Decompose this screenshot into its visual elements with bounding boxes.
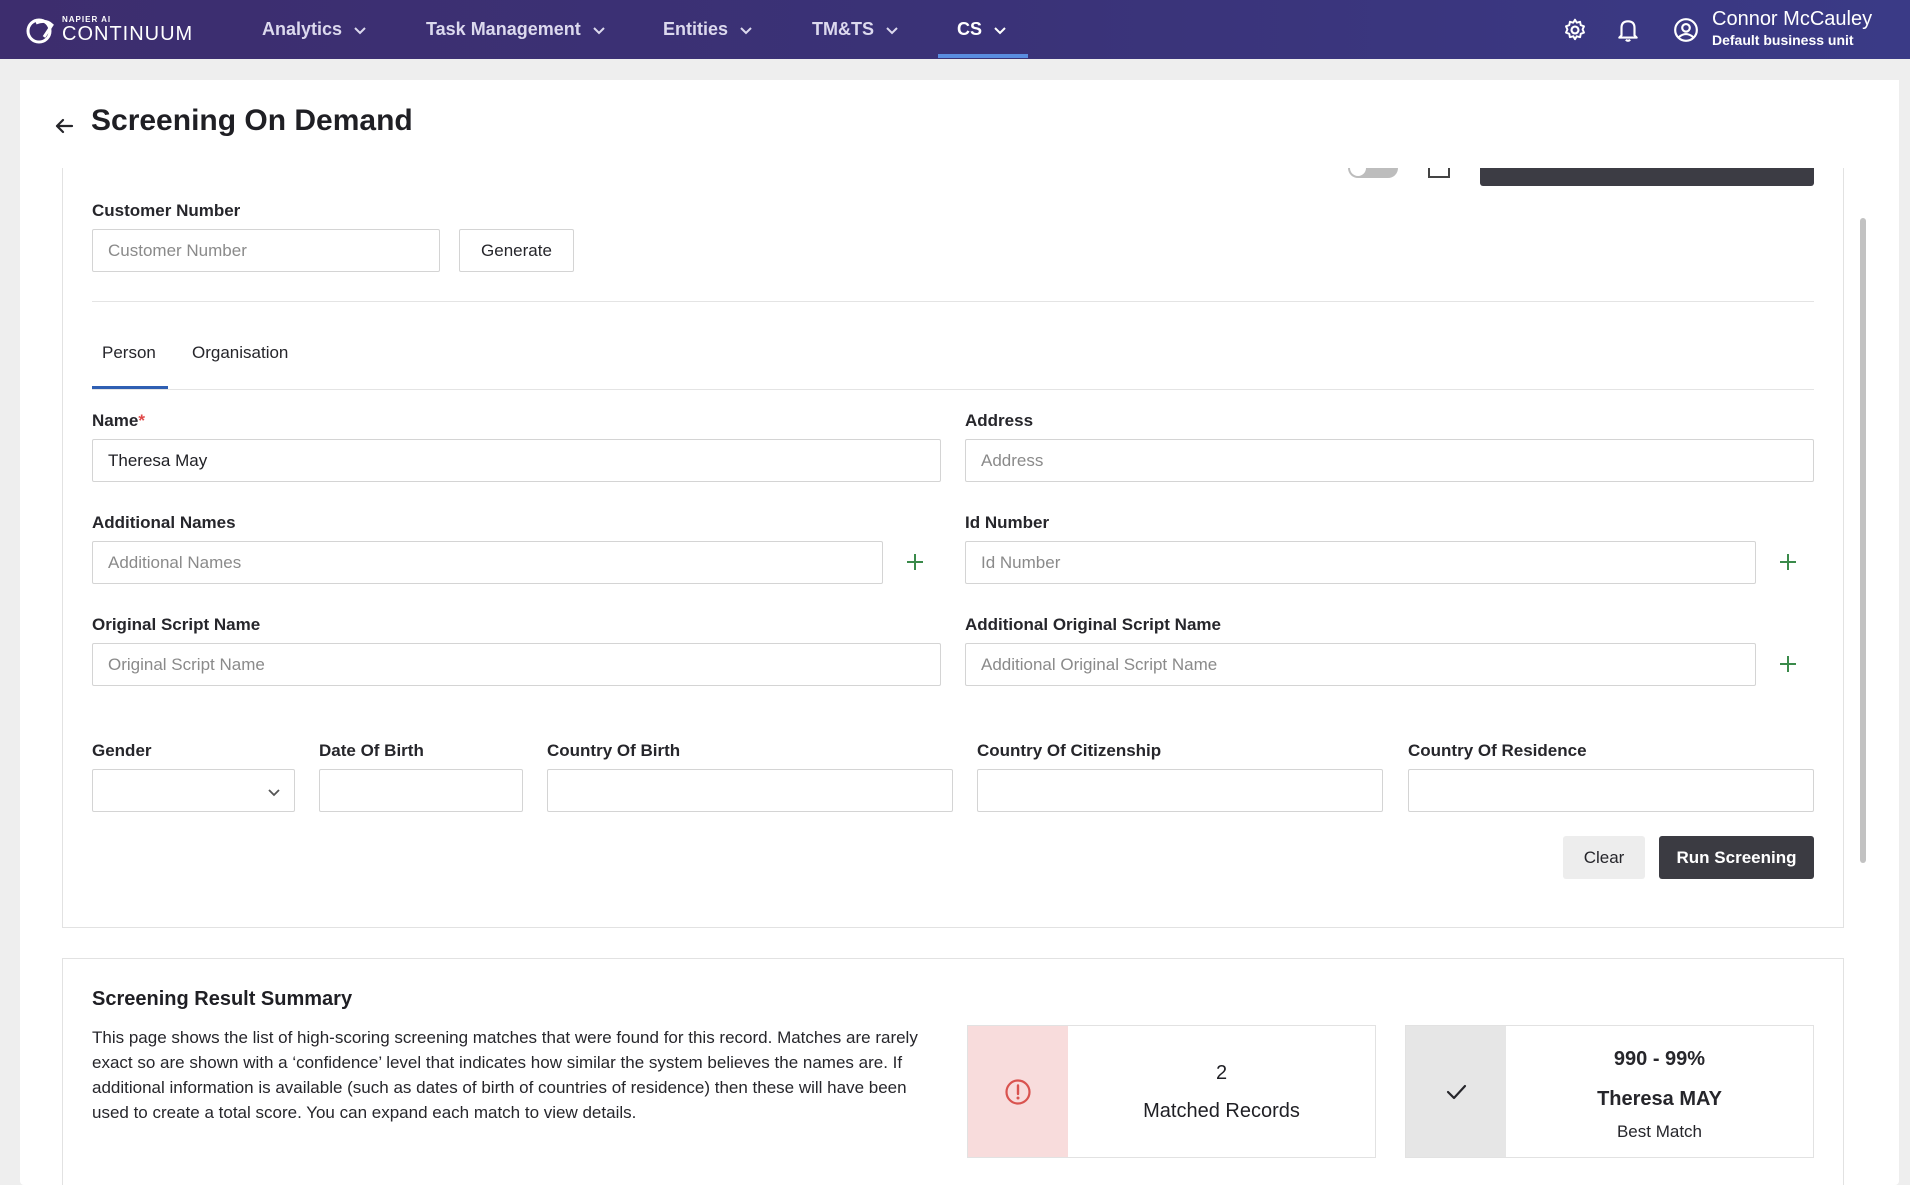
nav-entities-label: Entities <box>663 19 729 39</box>
required-mark: * <box>138 411 145 430</box>
add-additional-name-plus-icon[interactable] <box>904 551 926 573</box>
tab-active-indicator <box>92 386 168 389</box>
country-of-residence-input[interactable] <box>1408 769 1814 812</box>
page-title: Screening On Demand <box>91 104 413 137</box>
best-match-card[interactable]: 990 - 99% Theresa MAY Best Match <box>1405 1025 1814 1158</box>
nav-task-management[interactable]: Task Management <box>426 0 607 59</box>
country-of-citizenship-label: Country Of Citizenship <box>977 741 1162 760</box>
nav-analytics[interactable]: Analytics <box>262 0 368 59</box>
original-script-name-label: Original Script Name <box>92 615 261 634</box>
user-avatar-icon[interactable] <box>1673 17 1699 43</box>
name-input[interactable] <box>92 439 941 482</box>
address-label: Address <box>965 411 1034 430</box>
country-of-birth-label: Country Of Birth <box>547 741 681 760</box>
chevron-down-icon <box>268 789 280 797</box>
section-divider <box>92 301 1814 302</box>
business-unit: Default business unit <box>1712 32 1854 48</box>
tab-person[interactable]: Person <box>102 343 156 363</box>
matched-records-label: Matched Records <box>1143 1100 1300 1122</box>
original-script-name-input[interactable] <box>92 643 941 686</box>
best-match-icon-area <box>1406 1026 1506 1157</box>
clipped-button[interactable] <box>1480 168 1814 186</box>
scrollbar-thumb[interactable] <box>1860 218 1866 863</box>
summary-description: This page shows the list of high-scoring… <box>92 1028 918 1122</box>
nav-analytics-label: Analytics <box>262 19 343 39</box>
date-of-birth-label: Date Of Birth <box>319 741 424 760</box>
date-of-birth-input[interactable] <box>319 769 523 812</box>
best-match-score-range: 990 - 99% <box>1613 1048 1706 1070</box>
back-arrow-icon[interactable] <box>52 114 76 138</box>
country-of-birth-input[interactable] <box>547 769 953 812</box>
user-name[interactable]: Connor McCauley <box>1712 8 1872 31</box>
country-of-citizenship-input[interactable] <box>977 769 1383 812</box>
nav-active-indicator <box>938 54 1028 58</box>
best-match-name: Theresa MAY <box>1597 1088 1722 1110</box>
nav-task-management-label: Task Management <box>426 19 581 39</box>
additional-original-script-name-input[interactable] <box>965 643 1756 686</box>
nav-cs[interactable]: CS <box>957 0 1008 59</box>
gender-select[interactable] <box>92 769 295 812</box>
tabs-divider <box>92 389 1814 390</box>
logo-mark-icon <box>26 18 54 44</box>
alert-circle-icon <box>1005 1078 1031 1105</box>
nav-tmts[interactable]: TM&TS <box>812 0 900 59</box>
country-of-residence-label: Country Of Residence <box>1408 741 1587 760</box>
additional-names-input[interactable] <box>92 541 883 584</box>
run-screening-button[interactable]: Run Screening <box>1659 836 1814 879</box>
matched-records-count: 2 <box>1215 1062 1228 1084</box>
nav-entities[interactable]: Entities <box>663 0 754 59</box>
bell-icon[interactable] <box>1615 17 1641 43</box>
additional-names-label: Additional Names <box>92 513 236 532</box>
id-number-label: Id Number <box>965 513 1050 532</box>
gender-label: Gender <box>92 741 152 760</box>
logo-big-text: CONTINUUM <box>62 23 194 45</box>
nav-tmts-label: TM&TS <box>812 19 874 39</box>
address-input[interactable] <box>965 439 1814 482</box>
chevron-down-icon <box>593 26 605 34</box>
customer-number-input[interactable] <box>92 229 440 272</box>
chevron-down-icon <box>740 26 752 34</box>
clear-button[interactable]: Clear <box>1563 836 1645 879</box>
matched-records-icon-area <box>968 1026 1068 1157</box>
name-label-text: Name <box>92 411 139 430</box>
tab-organisation[interactable]: Organisation <box>192 343 288 363</box>
customer-number-label: Customer Number <box>92 201 241 220</box>
nav-cs-label: CS <box>957 19 983 39</box>
additional-original-script-name-label: Additional Original Script Name <box>965 615 1221 634</box>
chevron-down-icon <box>886 26 898 34</box>
add-id-number-plus-icon[interactable] <box>1777 551 1799 573</box>
chevron-down-icon <box>994 26 1006 34</box>
chevron-down-icon <box>354 26 366 34</box>
name-label: Name* <box>92 411 145 431</box>
gear-icon[interactable] <box>1562 17 1588 43</box>
matched-records-card[interactable]: 2 Matched Records <box>967 1025 1376 1158</box>
summary-title: Screening Result Summary <box>92 988 353 1010</box>
id-number-input[interactable] <box>965 541 1756 584</box>
top-nav: NAPIER AI CONTINUUM Analytics Task Manag… <box>0 0 1910 59</box>
checkmark-icon <box>1446 1084 1467 1099</box>
generate-button[interactable]: Generate <box>459 229 574 272</box>
napier-logo[interactable]: NAPIER AI CONTINUUM <box>26 12 193 48</box>
best-match-label: Best Match <box>1616 1122 1703 1141</box>
add-original-script-name-plus-icon[interactable] <box>1777 653 1799 675</box>
